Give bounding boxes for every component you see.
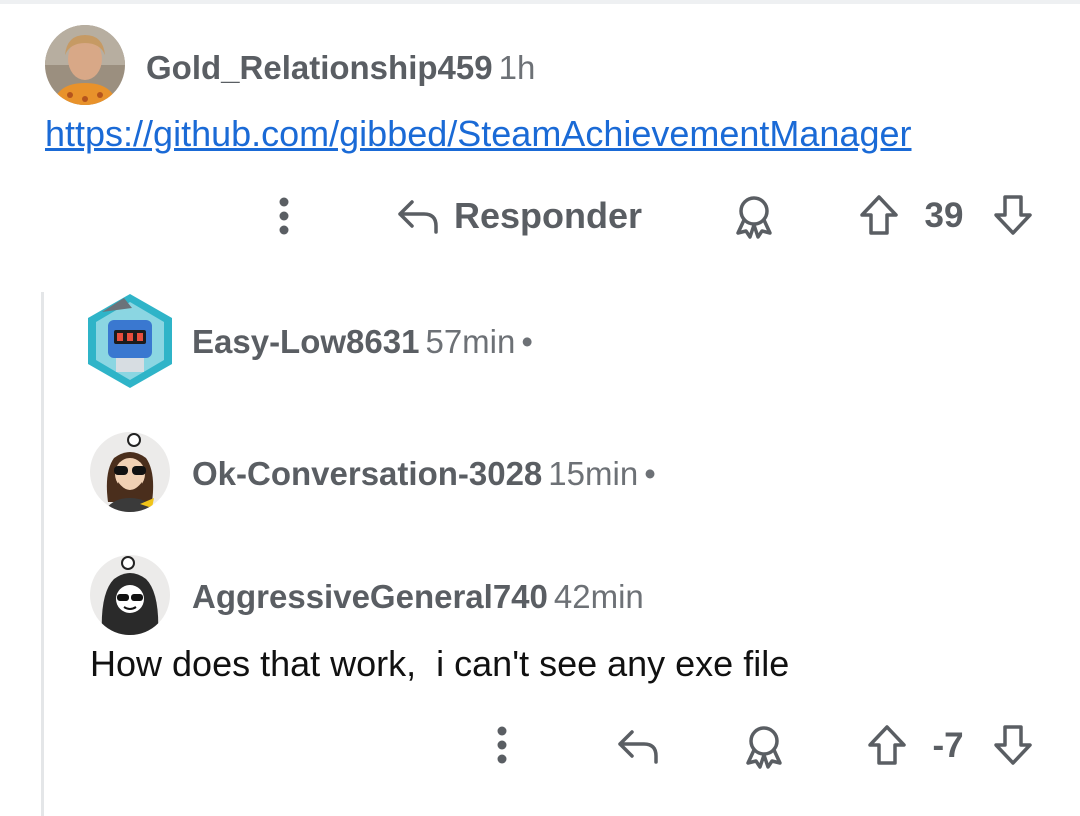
avatar[interactable]	[45, 25, 125, 105]
username[interactable]: Ok-Conversation-3028	[192, 455, 542, 492]
more-vertical-icon	[279, 197, 289, 235]
downvote-button[interactable]	[990, 192, 1036, 238]
timestamp: 1h	[498, 49, 536, 86]
more-options-button[interactable]	[486, 724, 518, 766]
upvote-button[interactable]	[864, 722, 910, 768]
separator-dot: •	[644, 455, 656, 492]
username[interactable]: Gold_Relationship459	[146, 49, 493, 86]
reply-label: Responder	[454, 195, 643, 236]
avatar[interactable]	[90, 432, 170, 512]
vote-score: -7	[932, 726, 964, 765]
upvote-arrow-icon	[860, 195, 898, 235]
award-icon	[736, 196, 772, 239]
username[interactable]: Easy-Low8631	[192, 323, 419, 360]
downvote-button[interactable]	[990, 722, 1036, 768]
separator-dot: •	[521, 323, 533, 360]
award-button[interactable]	[740, 722, 788, 770]
reply-button[interactable]	[614, 722, 662, 770]
award-button[interactable]	[730, 192, 778, 240]
upvote-arrow-icon	[868, 725, 906, 765]
downvote-arrow-icon	[994, 195, 1032, 235]
username[interactable]: AggressiveGeneral740	[192, 578, 548, 615]
avatar[interactable]	[84, 292, 176, 390]
top-divider	[0, 0, 1080, 4]
timestamp: 57min	[425, 323, 516, 360]
comment-link[interactable]: https://github.com/gibbed/SteamAchieveme…	[45, 113, 912, 155]
downvote-arrow-icon	[994, 725, 1032, 765]
avatar[interactable]	[90, 555, 170, 635]
more-options-button[interactable]	[268, 195, 300, 237]
reply-arrow-icon	[398, 200, 438, 234]
timestamp: 42min	[553, 578, 644, 615]
award-icon	[746, 726, 782, 769]
reply-button[interactable]: Responder	[396, 192, 642, 240]
upvote-button[interactable]	[856, 192, 902, 238]
thread-line[interactable]	[41, 292, 44, 816]
timestamp: 15min	[548, 455, 639, 492]
reply-arrow-icon	[618, 730, 658, 764]
more-vertical-icon	[497, 726, 507, 764]
comment-body: How does that work, i can't see any exe …	[90, 643, 790, 684]
vote-score: 39	[924, 196, 964, 235]
